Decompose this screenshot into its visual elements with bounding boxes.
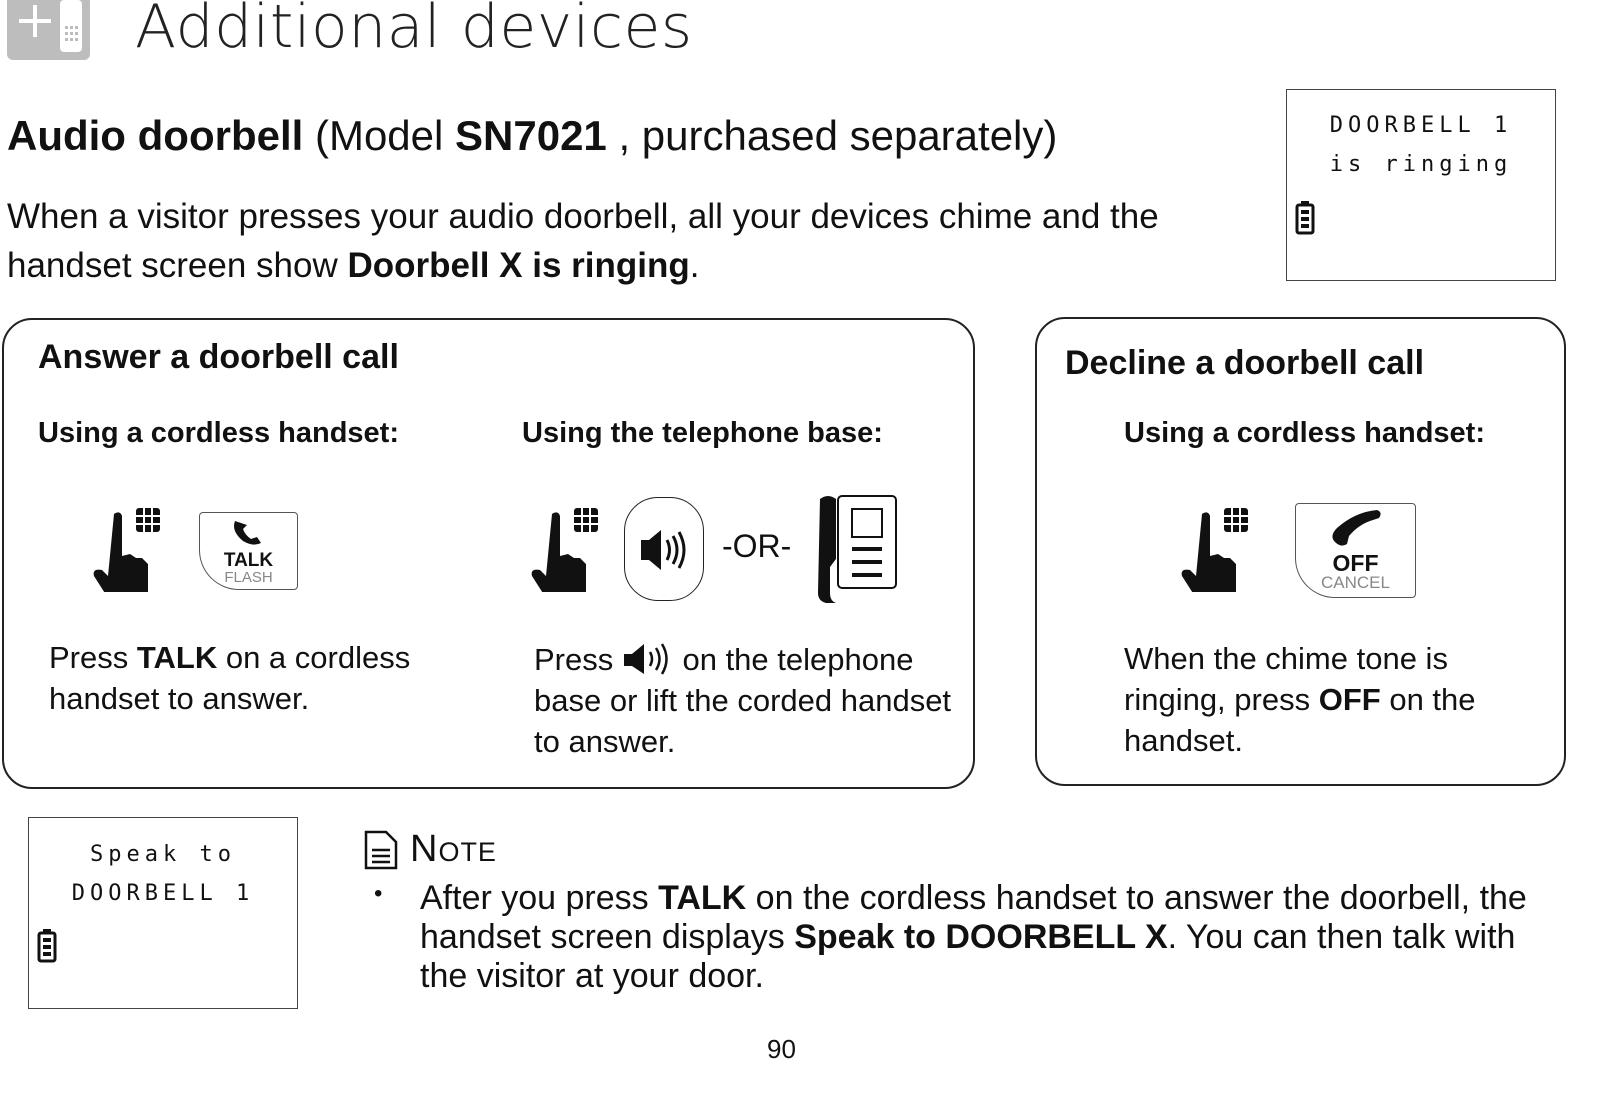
speaker-icon bbox=[623, 643, 668, 675]
note-text: After you press TALK on the cordless han… bbox=[420, 879, 1527, 995]
phone-hangup-icon bbox=[1331, 510, 1381, 546]
answer-handset-heading: Using a cordless handset: bbox=[38, 417, 399, 449]
battery-icon bbox=[37, 929, 57, 963]
battery-icon bbox=[1295, 201, 1315, 235]
off-cancel-button: OFF CANCEL bbox=[1295, 503, 1416, 598]
corded-phone-icon bbox=[818, 495, 897, 603]
add-device-icon bbox=[7, 0, 90, 60]
bullet: • bbox=[374, 880, 383, 907]
hand-press-icon bbox=[531, 508, 598, 592]
note-heading: Note bbox=[410, 828, 497, 870]
hand-press-icon bbox=[93, 508, 160, 592]
hand-press-icon bbox=[1181, 508, 1248, 592]
section-body: When a visitor presses your audio doorbe… bbox=[7, 197, 1159, 285]
or-label: -OR- bbox=[722, 528, 792, 564]
lcd-screen-speak: Speak to DOORBELL 1 bbox=[28, 817, 298, 1009]
answer-handset-text: Press TALK on a cordless handset to answ… bbox=[49, 640, 411, 716]
lcd-screen-ringing: DOORBELL 1 is ringing bbox=[1286, 89, 1556, 281]
answer-base-heading: Using the telephone base: bbox=[522, 417, 883, 449]
page-title: Additional devices bbox=[135, 0, 693, 62]
decline-text: When the chime tone is ringing, press OF… bbox=[1124, 641, 1476, 758]
talk-flash-button: TALK FLASH bbox=[199, 512, 298, 590]
note-icon bbox=[364, 830, 398, 870]
answer-title: Answer a doorbell call bbox=[38, 338, 399, 376]
phone-icon bbox=[233, 521, 261, 545]
decline-title: Decline a doorbell call bbox=[1065, 344, 1425, 382]
decline-handset-heading: Using a cordless handset: bbox=[1124, 417, 1485, 449]
answer-base-text: Press on the telephone base or lift the … bbox=[534, 642, 952, 759]
page-number: 90 bbox=[767, 1034, 796, 1064]
speaker-icon bbox=[641, 530, 686, 570]
speaker-button bbox=[624, 497, 704, 601]
section-heading: Audio doorbell (Model SN7021 , purchased… bbox=[7, 112, 1058, 159]
